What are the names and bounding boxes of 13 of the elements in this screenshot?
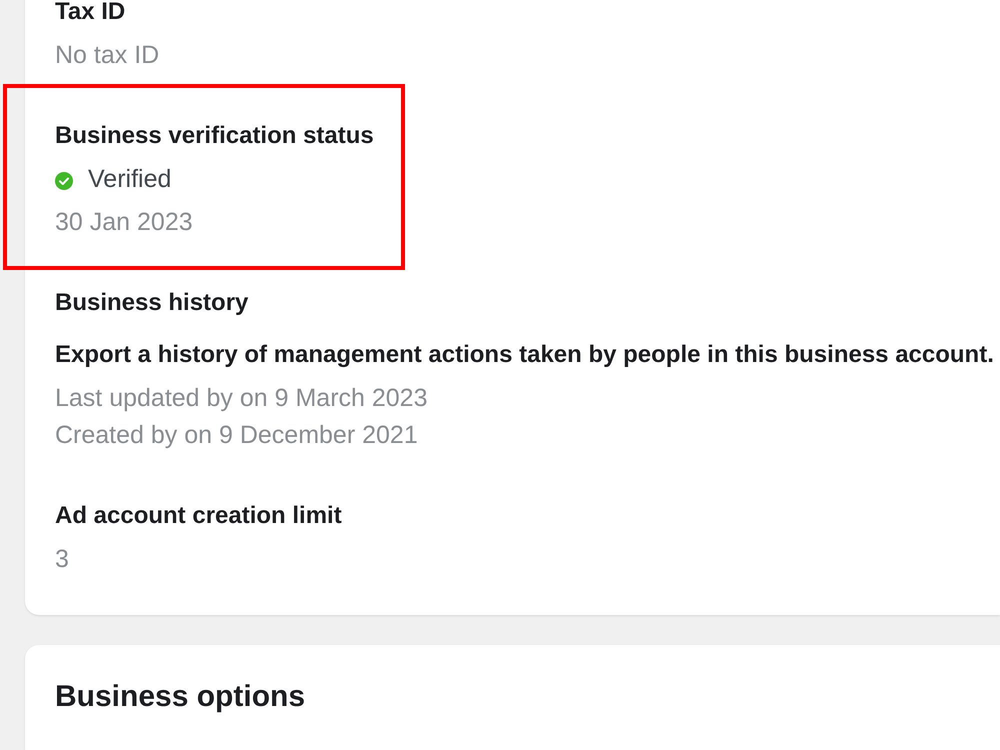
check-circle-icon — [55, 172, 73, 190]
section-title: Business options — [55, 679, 306, 715]
field-value: 3 — [55, 544, 69, 574]
field-value: Last updated by on 9 March 2023 — [55, 383, 428, 413]
field-description: Export a history of management actions taken by people in this business account. — [55, 340, 994, 370]
field-label: Business history — [55, 288, 248, 318]
field-value: No tax ID — [55, 40, 160, 70]
field-value: Created by on 9 December 2021 — [55, 420, 418, 450]
field-value: 30 Jan 2023 — [55, 207, 193, 237]
field-label: Ad account creation limit — [55, 501, 342, 531]
status-text: Verified — [88, 164, 172, 194]
field-label: Business verification status — [55, 121, 374, 151]
field-label: Tax ID — [55, 0, 126, 27]
